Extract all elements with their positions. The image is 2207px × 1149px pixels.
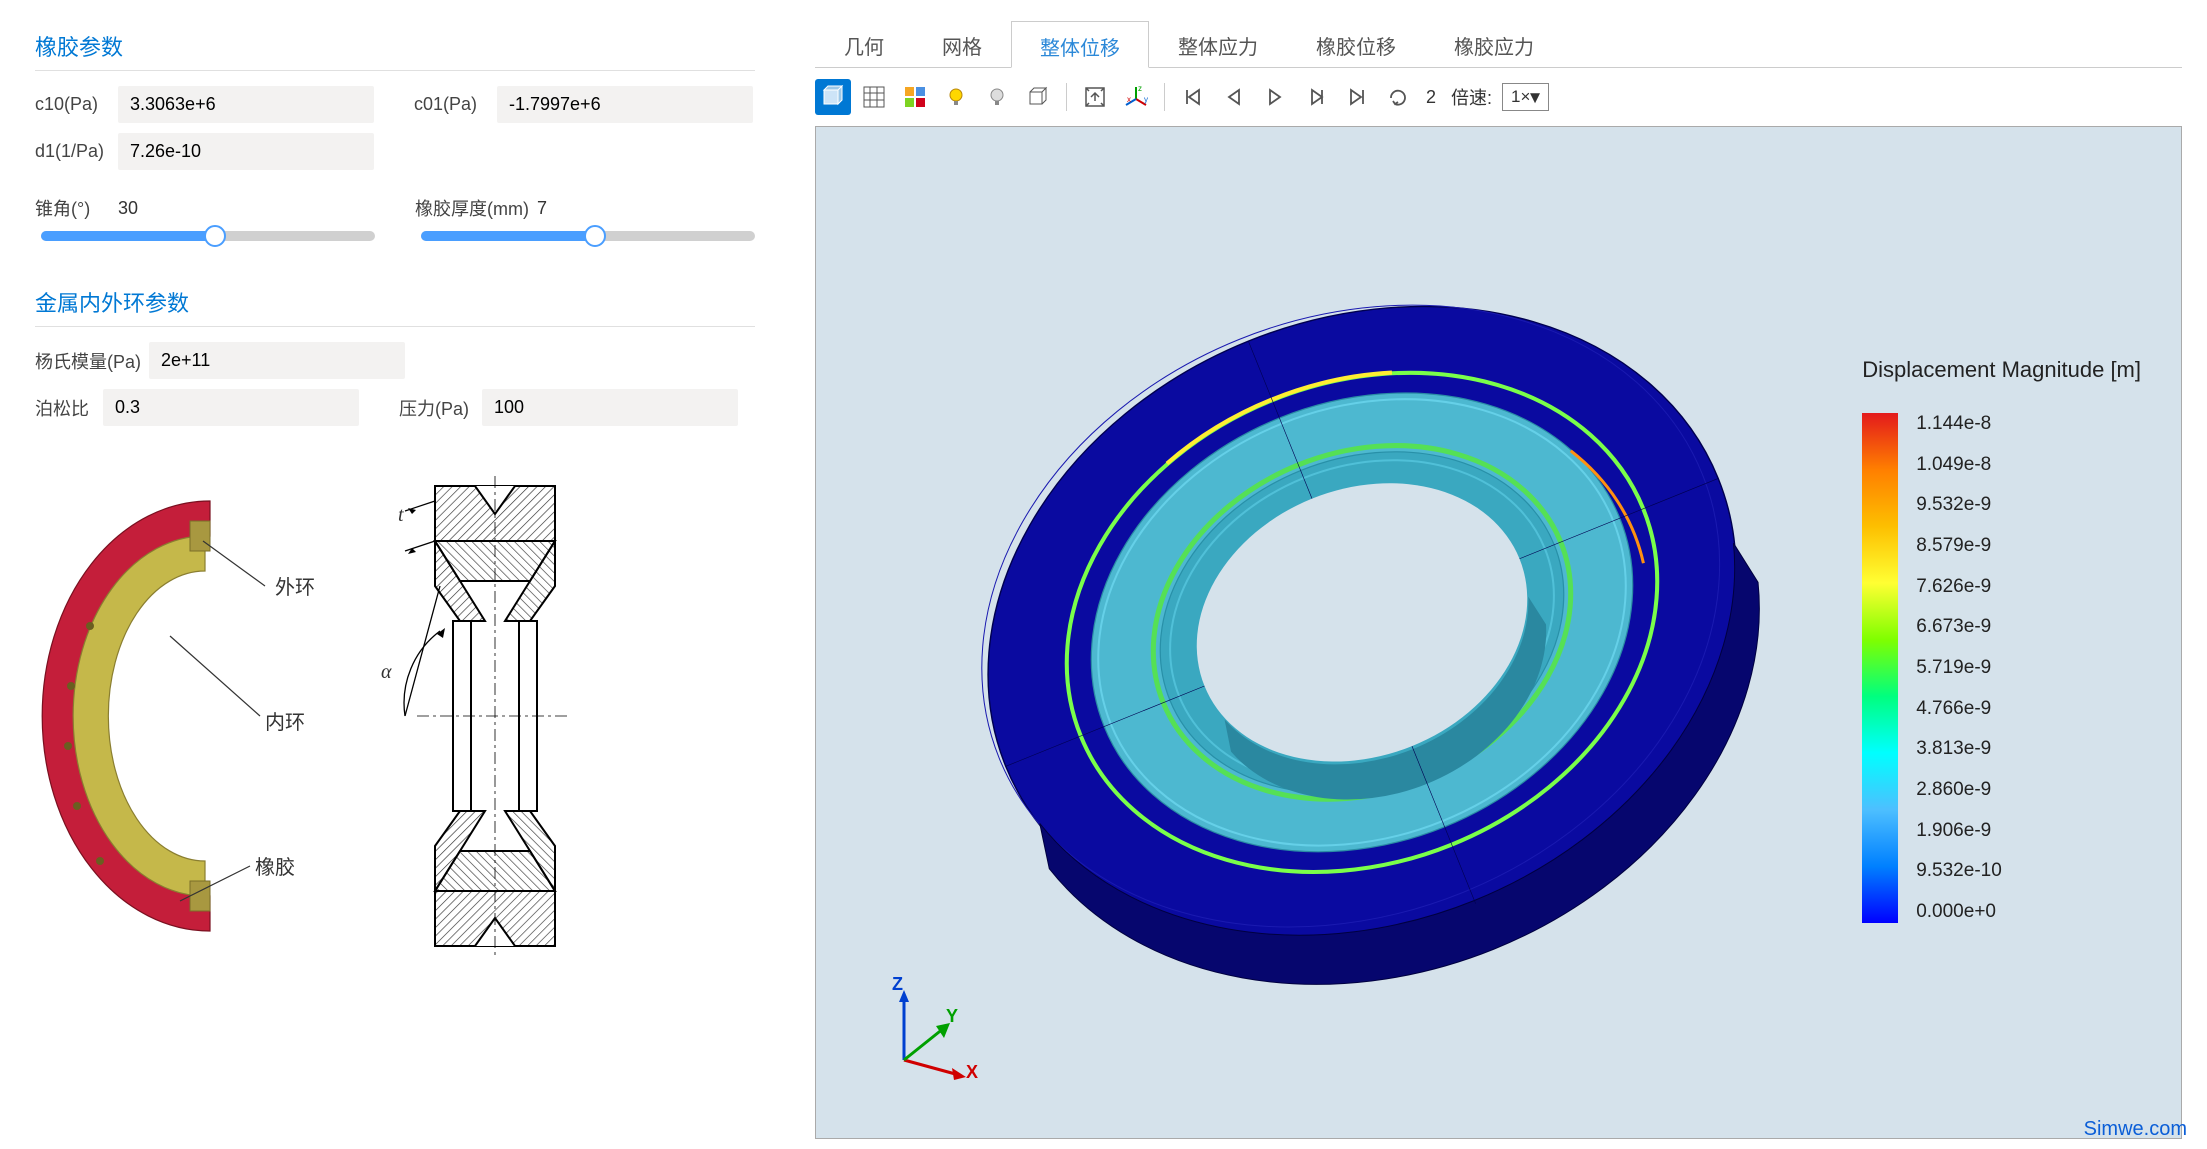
axis-triad: Z Y X bbox=[874, 980, 984, 1093]
svg-text:y: y bbox=[1144, 95, 1148, 104]
view-cube-button[interactable] bbox=[815, 79, 851, 115]
cone-angle-label: 锥角(°) bbox=[35, 195, 110, 221]
watermark: Simwe.com bbox=[2084, 1118, 2187, 1141]
pressure-label: 压力(Pa) bbox=[399, 395, 474, 421]
pressure-input[interactable] bbox=[482, 389, 738, 426]
tab-rubber-stress[interactable]: 橡胶应力 bbox=[1425, 20, 1563, 67]
first-frame-button[interactable] bbox=[1175, 79, 1211, 115]
dropdown-icon: ▼ bbox=[1527, 88, 1544, 108]
poisson-label: 泊松比 bbox=[35, 395, 95, 421]
axis-x-label: X bbox=[966, 1062, 978, 1083]
d1-input[interactable] bbox=[118, 133, 374, 170]
legend-ticks: 1.144e-8 1.049e-8 9.532e-9 8.579e-9 7.62… bbox=[1916, 413, 2002, 923]
metal-section-title: 金属内外环参数 bbox=[35, 286, 755, 327]
outer-ring-label: 外环 bbox=[275, 571, 315, 600]
legend-tick: 7.626e-9 bbox=[1916, 576, 2002, 598]
frame-number: 2 bbox=[1426, 87, 1436, 108]
prev-frame-button[interactable] bbox=[1216, 79, 1252, 115]
young-modulus-input[interactable] bbox=[149, 342, 405, 379]
viewport-toolbar: zyx 2 倍速: 1× bbox=[815, 68, 2182, 126]
svg-text:x: x bbox=[1127, 95, 1131, 104]
rubber-thickness-value: 7 bbox=[537, 198, 547, 219]
legend-tick: 1.906e-9 bbox=[1916, 820, 2002, 842]
tab-geometry[interactable]: 几何 bbox=[815, 20, 913, 67]
schematic-diagram: 外环 内环 橡胶 bbox=[35, 466, 755, 966]
color-legend: Displacement Magnitude [m] 1.144e-8 1.04… bbox=[1862, 357, 2141, 923]
parameters-panel: 橡胶参数 c10(Pa) c01(Pa) d1(1/Pa) 锥角(°) 30 bbox=[0, 0, 790, 1149]
tab-rubber-displacement[interactable]: 橡胶位移 bbox=[1287, 20, 1425, 67]
rubber-thickness-slider[interactable] bbox=[421, 231, 755, 241]
legend-tick: 9.532e-10 bbox=[1916, 860, 2002, 882]
c10-input[interactable] bbox=[118, 86, 374, 123]
rubber-callout-label: 橡胶 bbox=[255, 851, 295, 880]
result-tabs: 几何 网格 整体位移 整体应力 橡胶位移 橡胶应力 bbox=[815, 20, 2182, 68]
rubber-section-title: 橡胶参数 bbox=[35, 30, 755, 71]
wireframe-cube-button[interactable] bbox=[1020, 79, 1056, 115]
legend-color-bar bbox=[1862, 413, 1898, 923]
tab-global-displacement[interactable]: 整体位移 bbox=[1011, 21, 1149, 68]
tab-mesh[interactable]: 网格 bbox=[913, 20, 1011, 67]
play-button[interactable] bbox=[1257, 79, 1293, 115]
light-bulb-on-button[interactable] bbox=[938, 79, 974, 115]
young-modulus-label: 杨氏模量(Pa) bbox=[35, 348, 141, 374]
svg-text:z: z bbox=[1138, 85, 1142, 93]
c10-label: c10(Pa) bbox=[35, 94, 110, 115]
legend-tick: 3.813e-9 bbox=[1916, 738, 2002, 760]
cone-angle-value: 30 bbox=[118, 198, 138, 219]
grid-toggle-button[interactable] bbox=[856, 79, 892, 115]
axis-orientation-button[interactable]: zy x bbox=[1118, 79, 1154, 115]
next-frame-button[interactable] bbox=[1298, 79, 1334, 115]
loop-button[interactable] bbox=[1380, 79, 1416, 115]
legend-tick: 1.049e-8 bbox=[1916, 454, 2002, 476]
last-frame-button[interactable] bbox=[1339, 79, 1375, 115]
rubber-thickness-label: 橡胶厚度(mm) bbox=[415, 195, 529, 221]
light-bulb-off-button[interactable] bbox=[979, 79, 1015, 115]
legend-tick: 6.673e-9 bbox=[1916, 616, 2002, 638]
palette-button[interactable] bbox=[897, 79, 933, 115]
legend-tick: 1.144e-8 bbox=[1916, 413, 2002, 435]
c01-input[interactable] bbox=[497, 86, 753, 123]
legend-tick: 9.532e-9 bbox=[1916, 494, 2002, 516]
t-label: t bbox=[398, 504, 404, 527]
legend-tick: 2.860e-9 bbox=[1916, 779, 2002, 801]
alpha-label: α bbox=[381, 661, 392, 684]
legend-tick: 5.719e-9 bbox=[1916, 657, 2002, 679]
speed-select[interactable]: 1× ▼ bbox=[1502, 83, 1549, 111]
tab-global-stress[interactable]: 整体应力 bbox=[1149, 20, 1287, 67]
axis-y-label: Y bbox=[946, 1006, 958, 1027]
inner-ring-label: 内环 bbox=[265, 706, 305, 735]
cone-angle-slider[interactable] bbox=[41, 231, 375, 241]
speed-label: 倍速: bbox=[1451, 84, 1492, 110]
c01-label: c01(Pa) bbox=[414, 94, 489, 115]
poisson-input[interactable] bbox=[103, 389, 359, 426]
legend-tick: 8.579e-9 bbox=[1916, 535, 2002, 557]
legend-tick: 4.766e-9 bbox=[1916, 698, 2002, 720]
results-panel: 几何 网格 整体位移 整体应力 橡胶位移 橡胶应力 bbox=[790, 0, 2207, 1149]
legend-title: Displacement Magnitude [m] bbox=[1862, 357, 2141, 383]
fit-view-button[interactable] bbox=[1077, 79, 1113, 115]
axis-z-label: Z bbox=[892, 974, 903, 995]
legend-tick: 0.000e+0 bbox=[1916, 901, 2002, 923]
3d-viewport[interactable]: Z Y X Displacement Magnitude [m] 1.144e-… bbox=[815, 126, 2182, 1139]
d1-label: d1(1/Pa) bbox=[35, 141, 110, 162]
